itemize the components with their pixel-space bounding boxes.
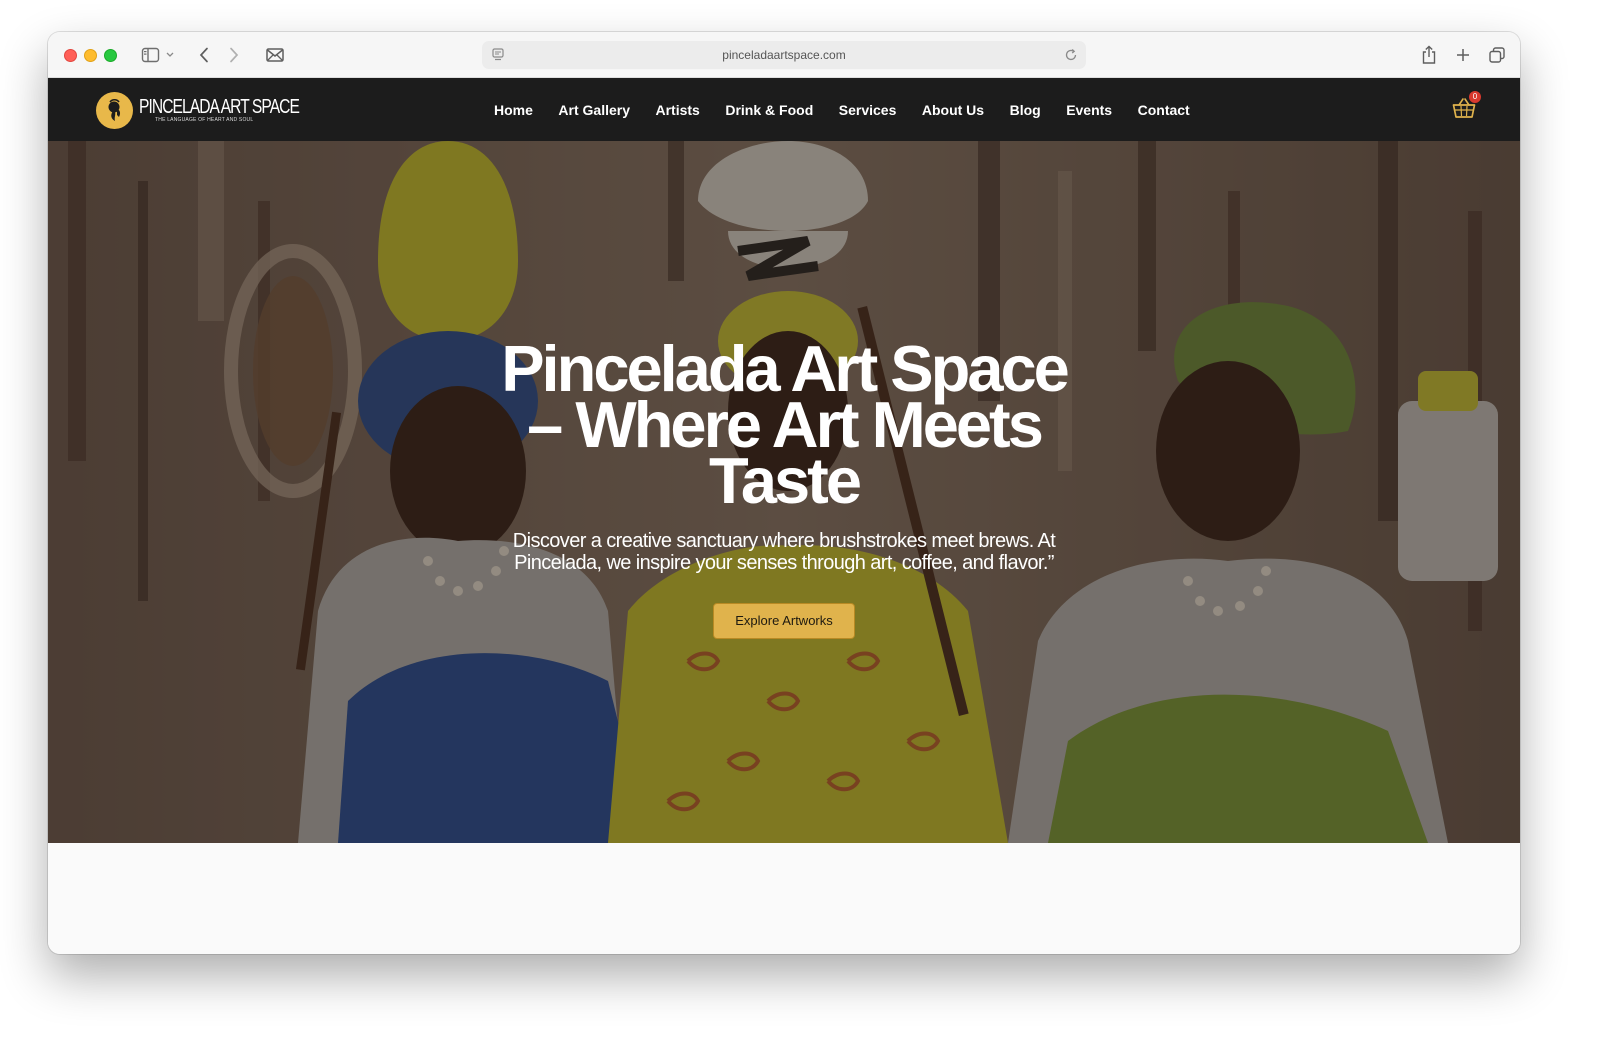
plus-icon [1457,49,1469,61]
zoom-window-button[interactable] [104,49,117,62]
nav-services[interactable]: Services [839,102,897,118]
nav-contact[interactable]: Contact [1138,102,1190,118]
close-window-button[interactable] [64,49,77,62]
chevron-left-icon [199,47,208,63]
url-text: pinceladaartspace.com [722,48,846,62]
mail-button[interactable] [264,43,286,67]
site-header: PINCELADA ART SPACE THE LANGUAGE OF HEAR… [48,78,1520,141]
nav-drink-food[interactable]: Drink & Food [725,102,813,118]
cart-button[interactable]: 0 [1452,91,1481,121]
share-icon [1422,45,1436,64]
nav-art-gallery[interactable]: Art Gallery [558,102,630,118]
browser-window: pinceladaartspace.com PINCELADA ART SPAC… [48,32,1520,954]
share-button[interactable] [1418,43,1440,67]
cart-count-badge: 0 [1469,91,1481,103]
tabs-icon [1489,47,1505,63]
back-button[interactable] [194,43,214,67]
tab-overview-button[interactable] [1486,43,1508,67]
nav-home[interactable]: Home [494,102,533,118]
hero-subtitle: Discover a creative sanctuary where brus… [512,530,1056,574]
hero-section: Pincelada Art Space – Where Art Meets Ta… [48,141,1520,843]
nav-blog[interactable]: Blog [1010,102,1041,118]
new-tab-button[interactable] [1452,43,1474,67]
page-content-below-hero [48,843,1520,954]
hero-title: Pincelada Art Space – Where Art Meets Ta… [501,332,1070,517]
browser-toolbar: pinceladaartspace.com [48,32,1520,78]
reload-icon[interactable] [1064,48,1078,62]
minimize-window-button[interactable] [84,49,97,62]
nav-events[interactable]: Events [1066,102,1112,118]
envelope-icon [266,48,284,62]
site-logo[interactable]: PINCELADA ART SPACE THE LANGUAGE OF HEAR… [96,91,344,129]
nav-about-us[interactable]: About Us [922,102,984,118]
logo-emblem [96,91,133,129]
address-bar[interactable]: pinceladaartspace.com [482,41,1086,69]
logo-wordmark: PINCELADA ART SPACE THE LANGUAGE OF HEAR… [139,97,344,123]
nav-artists[interactable]: Artists [656,102,700,118]
sidebar-toggle-button[interactable] [138,43,178,67]
woman-silhouette-icon [108,98,120,121]
logo-name: PINCELADA ART SPACE [139,96,300,118]
chevron-right-icon [230,47,239,63]
sidebar-icon [141,47,174,63]
main-nav: Home Art Gallery Artists Drink & Food Se… [494,78,1215,141]
forward-button[interactable] [224,43,244,67]
explore-artworks-button[interactable]: Explore Artworks [713,603,855,639]
